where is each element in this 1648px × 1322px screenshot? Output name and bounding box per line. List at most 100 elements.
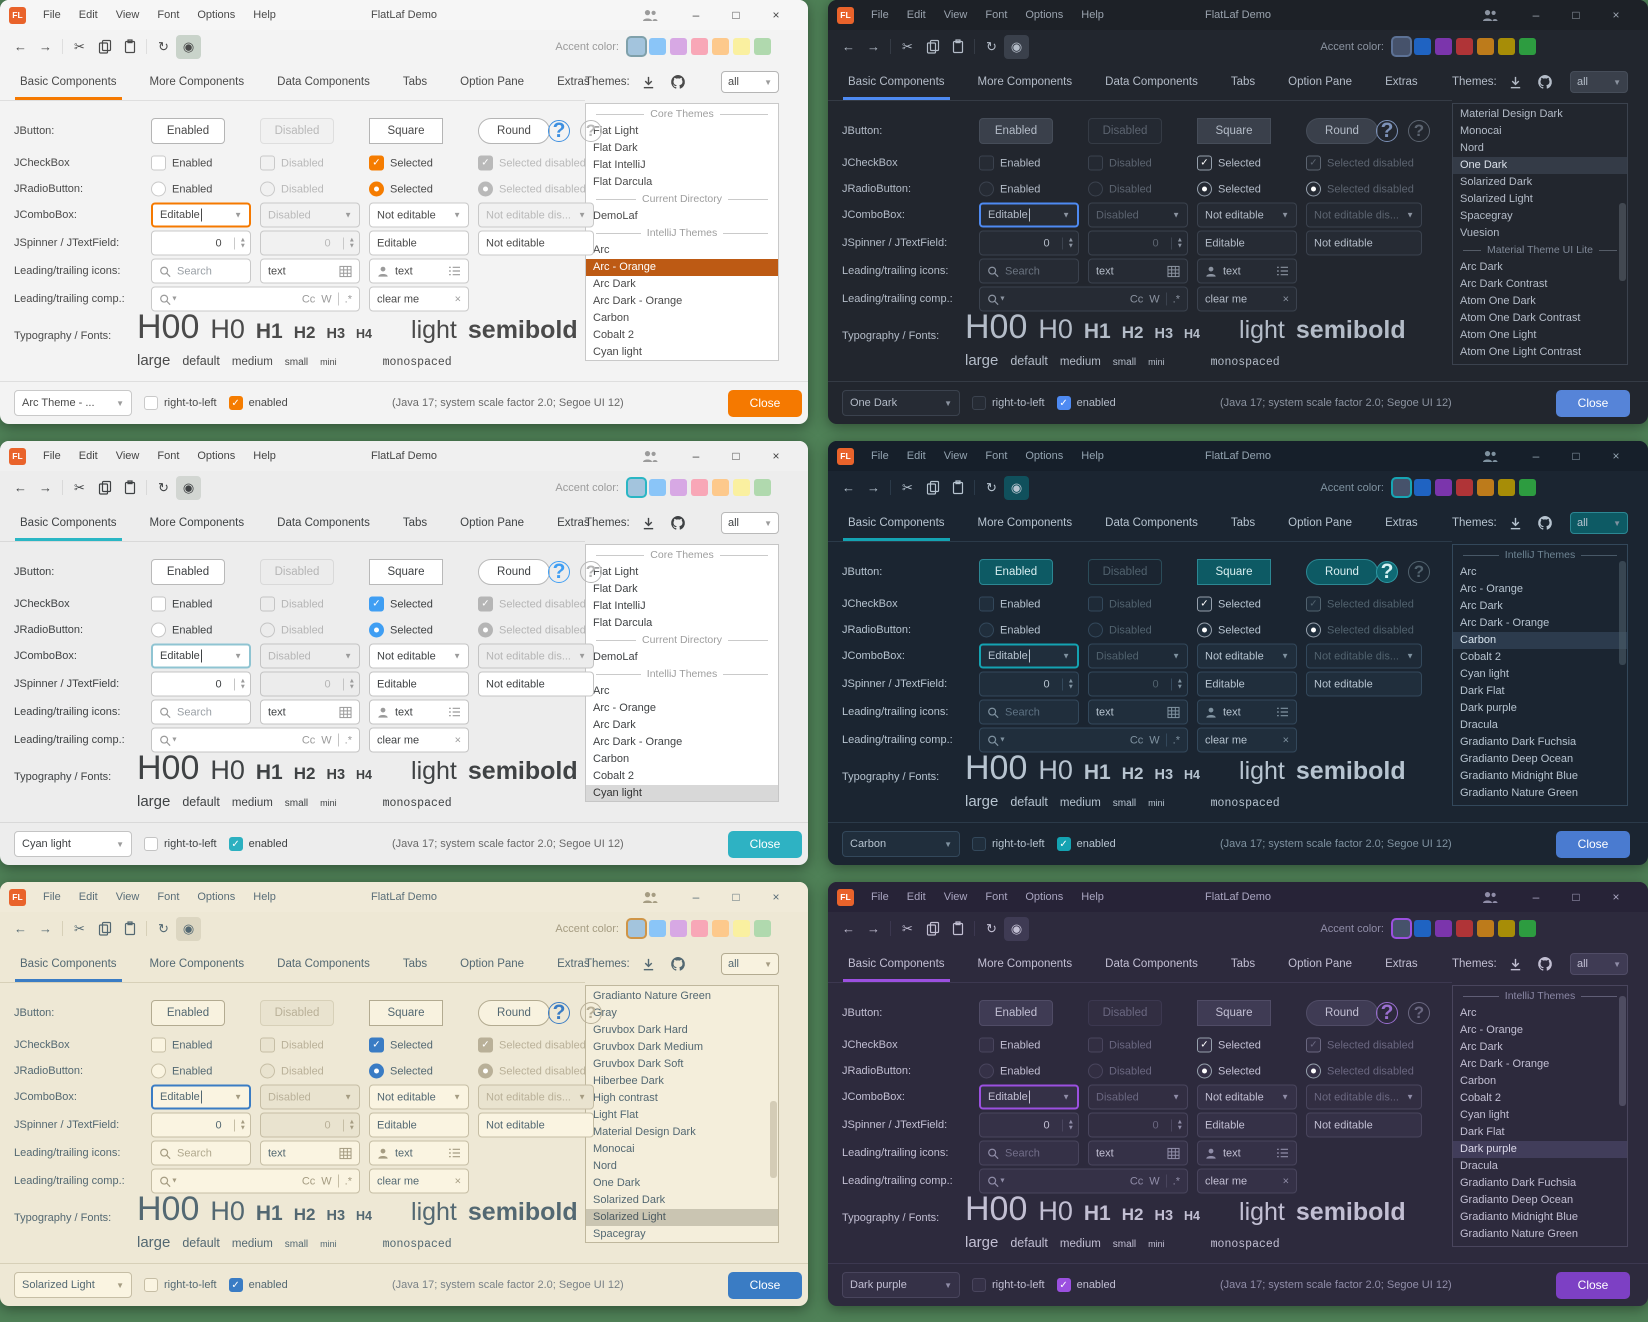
menu-view[interactable]: View — [107, 9, 149, 21]
table-icon[interactable] — [1167, 265, 1180, 277]
search-dropdown-icon[interactable]: ▼ — [159, 734, 178, 746]
tab-more-components[interactable]: More Components — [978, 504, 1073, 541]
round-button[interactable]: Round — [1306, 118, 1378, 144]
themes-filter-combobox[interactable]: all ▼ — [721, 512, 779, 534]
clear-icon[interactable]: × — [455, 734, 461, 746]
menu-file[interactable]: File — [862, 891, 898, 903]
regex-icon[interactable]: .* — [345, 734, 352, 746]
checkbox-icon[interactable] — [151, 597, 166, 612]
theme-list-item[interactable]: Gradianto Deep Ocean — [1453, 1192, 1627, 1209]
regex-icon[interactable]: .* — [345, 293, 352, 305]
accent-swatch-orange[interactable] — [712, 479, 729, 496]
spinner[interactable]: 0▲▼ — [979, 672, 1079, 697]
checkbox-checked-icon[interactable]: ✓ — [229, 1278, 243, 1292]
enabled-button[interactable]: Enabled — [979, 559, 1053, 585]
radio-icon[interactable] — [151, 1064, 166, 1079]
themes-filter-combobox[interactable]: all ▼ — [1570, 512, 1628, 534]
menu-list-icon[interactable] — [448, 707, 461, 718]
match-case-icon[interactable]: Cc — [302, 293, 315, 305]
whole-words-icon[interactable]: W — [1149, 1175, 1159, 1187]
show-hidden-eye-icon[interactable]: ◉ — [176, 35, 201, 59]
copy-icon[interactable] — [92, 917, 117, 941]
theme-list-item[interactable]: Gradianto Midnight Blue — [1453, 768, 1627, 785]
tab-more-components[interactable]: More Components — [150, 945, 245, 982]
theme-combobox[interactable]: Carbon ▼ — [842, 831, 960, 857]
search-field[interactable]: Search — [979, 700, 1079, 725]
radio-enabled[interactable]: Enabled — [151, 1064, 251, 1079]
theme-list-item[interactable]: Carbon — [586, 751, 778, 768]
back-icon[interactable]: ← — [836, 917, 861, 941]
menu-view[interactable]: View — [107, 450, 149, 462]
menu-list-icon[interactable] — [1276, 1148, 1289, 1159]
download-icon[interactable] — [639, 72, 659, 92]
clear-icon[interactable]: × — [455, 1175, 461, 1187]
tab-more-components[interactable]: More Components — [978, 63, 1073, 100]
tab-option-pane[interactable]: Option Pane — [1288, 945, 1352, 982]
checkbox-icon[interactable] — [979, 1038, 994, 1053]
radio-selected[interactable]: Selected — [369, 623, 469, 638]
tab-data-components[interactable]: Data Components — [1105, 945, 1198, 982]
tab-tabs[interactable]: Tabs — [1231, 945, 1255, 982]
github-icon[interactable] — [1535, 954, 1555, 974]
clear-icon[interactable]: × — [1283, 734, 1289, 746]
download-icon[interactable] — [639, 954, 659, 974]
spinner-arrows-icon[interactable]: ▲▼ — [1062, 678, 1074, 690]
close-window-button[interactable]: × — [756, 8, 796, 22]
combobox-editable[interactable]: Editable▼ — [151, 644, 251, 669]
combobox-editable[interactable]: Editable▼ — [151, 1085, 251, 1110]
tab-data-components[interactable]: Data Components — [277, 945, 370, 982]
search-dropdown-icon[interactable]: ▼ — [987, 734, 1006, 746]
copy-icon[interactable] — [92, 476, 117, 500]
refresh-icon[interactable]: ↻ — [151, 476, 176, 500]
accent-swatch-purple[interactable] — [670, 479, 687, 496]
help-button[interactable]: ? — [1376, 561, 1398, 583]
table-icon[interactable] — [339, 1147, 352, 1159]
forward-icon[interactable]: → — [33, 476, 58, 500]
radio-selected[interactable]: Selected — [369, 182, 469, 197]
menu-font[interactable]: Font — [148, 450, 188, 462]
menu-options[interactable]: Options — [1016, 891, 1072, 903]
combobox-not-editable[interactable]: Not editable▼ — [369, 203, 469, 228]
close-button[interactable]: Close — [728, 831, 802, 858]
radio-enabled[interactable]: Enabled — [151, 182, 251, 197]
checkbox-checked-icon[interactable]: ✓ — [1057, 837, 1071, 851]
help-button[interactable]: ? — [1376, 1002, 1398, 1024]
accent-swatch-green[interactable] — [754, 38, 771, 55]
cut-icon[interactable]: ✂ — [67, 476, 92, 500]
spinner[interactable]: 0▲▼ — [979, 231, 1079, 256]
accent-swatch-blue[interactable] — [649, 920, 666, 937]
tab-tabs[interactable]: Tabs — [403, 945, 427, 982]
tab-extras[interactable]: Extras — [1385, 504, 1418, 541]
tab-basic-components[interactable]: Basic Components — [20, 945, 117, 982]
text-field-table[interactable]: text — [1088, 259, 1188, 284]
theme-list-item[interactable]: Atom One Light — [1453, 327, 1627, 344]
cut-icon[interactable]: ✂ — [895, 476, 920, 500]
clear-icon[interactable]: × — [455, 293, 461, 305]
close-button[interactable]: Close — [1556, 390, 1630, 417]
radio-enabled[interactable]: Enabled — [979, 182, 1079, 197]
enabled-checkbox[interactable]: ✓enabled — [1057, 396, 1116, 410]
users-icon[interactable] — [642, 8, 676, 22]
enabled-checkbox[interactable]: ✓enabled — [229, 1278, 288, 1292]
menu-edit[interactable]: Edit — [70, 9, 107, 21]
regex-icon[interactable]: .* — [1173, 1175, 1180, 1187]
checkbox-checked-icon[interactable]: ✓ — [229, 837, 243, 851]
square-button[interactable]: Square — [1197, 118, 1271, 144]
checkbox-checked-icon[interactable]: ✓ — [1197, 1038, 1212, 1053]
accent-swatch-orange[interactable] — [1477, 920, 1494, 937]
paste-icon[interactable] — [117, 476, 142, 500]
menu-edit[interactable]: Edit — [898, 9, 935, 21]
combobox-editable[interactable]: Editable▼ — [151, 203, 251, 228]
search-field[interactable]: Search — [151, 700, 251, 725]
radio-selected-icon[interactable] — [369, 1064, 384, 1079]
square-button[interactable]: Square — [1197, 1000, 1271, 1026]
spinner-arrows-icon[interactable]: ▲▼ — [234, 678, 246, 690]
cut-icon[interactable]: ✂ — [67, 35, 92, 59]
menu-edit[interactable]: Edit — [898, 450, 935, 462]
textfield-editable[interactable]: Editable — [1197, 231, 1297, 256]
enabled-button[interactable]: Enabled — [151, 559, 225, 585]
accent-swatch-red[interactable] — [1456, 920, 1473, 937]
minimize-button[interactable]: – — [1516, 8, 1556, 22]
tab-tabs[interactable]: Tabs — [1231, 504, 1255, 541]
checkbox-icon[interactable] — [144, 837, 158, 851]
